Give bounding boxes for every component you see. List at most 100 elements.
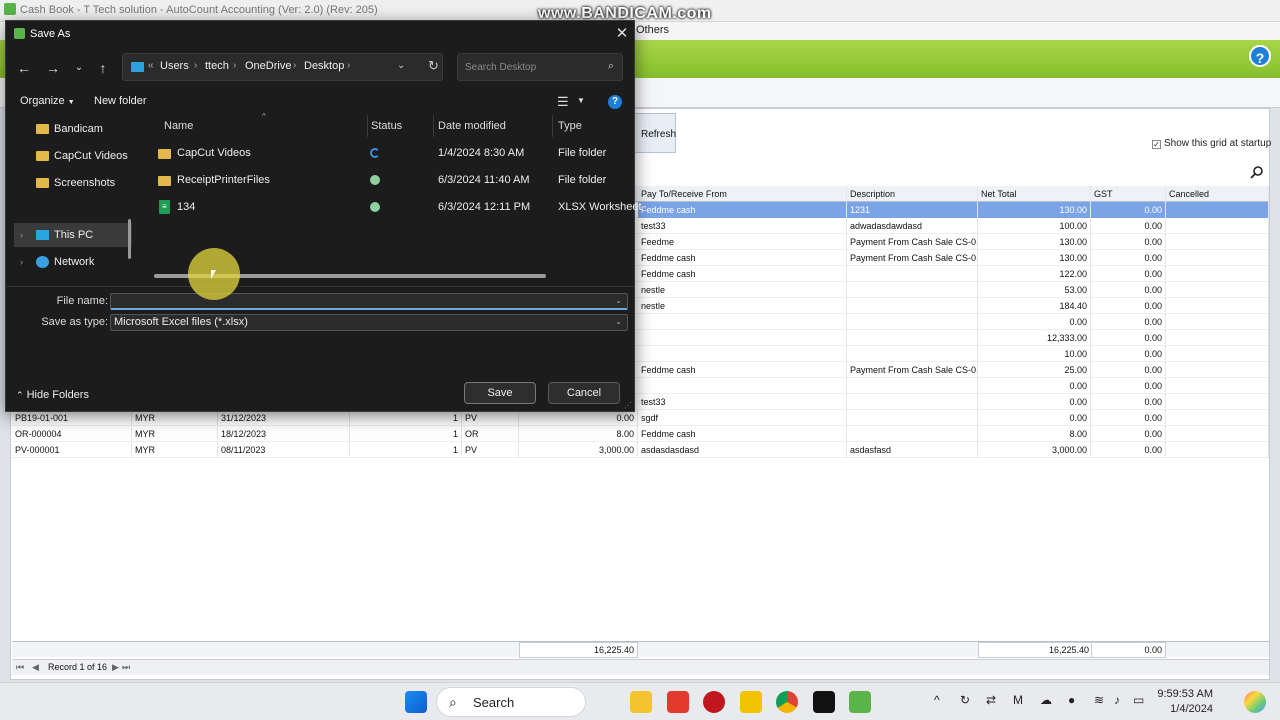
- table-row[interactable]: PB19-01-001 MYR 31/12/2023 1 PV 0.00 sgdf 0.00 0…: [12, 410, 1269, 426]
- folder-icon: [36, 178, 49, 188]
- breadcrumb-desktop[interactable]: Desktop: [304, 60, 344, 72]
- sticky-app-icon[interactable]: [740, 691, 762, 713]
- breadcrumb-users[interactable]: Users: [160, 60, 189, 72]
- wps-office-icon[interactable]: [667, 691, 689, 713]
- recent-locations-chevron-icon[interactable]: ⌄: [69, 58, 89, 78]
- column-date-modified[interactable]: Date modified: [438, 120, 506, 132]
- nav-item-this-pc[interactable]: › This PC: [14, 223, 132, 247]
- mouse-pointer-icon: [211, 270, 216, 279]
- autocount-icon[interactable]: [849, 691, 871, 713]
- dialog-help-icon[interactable]: ?: [608, 95, 622, 109]
- cloud-icon[interactable]: ☁: [1040, 693, 1052, 707]
- help-icon[interactable]: ?: [1249, 45, 1271, 67]
- sort-caret-icon: ^: [262, 112, 266, 121]
- hide-folders-button[interactable]: ⌃ Hide Folders: [16, 389, 89, 401]
- save-button[interactable]: Save: [464, 382, 536, 404]
- cell-can: [1166, 250, 1269, 266]
- breadcrumb-onedrive[interactable]: OneDrive: [245, 60, 291, 72]
- file-name-input[interactable]: ⌄: [110, 293, 628, 310]
- tray-app2-icon[interactable]: M: [1013, 693, 1023, 707]
- breadcrumb-ttech[interactable]: ttech: [205, 60, 229, 72]
- windows-start-icon[interactable]: [405, 691, 427, 713]
- microphone-icon[interactable]: ●: [1068, 693, 1075, 707]
- nav-next-icon[interactable]: ▶: [112, 660, 119, 675]
- view-dropdown-icon[interactable]: ▼: [577, 96, 585, 105]
- view-options-icon[interactable]: ☰: [557, 94, 569, 110]
- col-gst[interactable]: GST: [1091, 186, 1166, 202]
- file-name: CapCut Videos: [177, 147, 251, 159]
- sync-icon[interactable]: ↻: [960, 693, 970, 707]
- file-type: File folder: [558, 147, 607, 159]
- file-row[interactable]: ≡ 134 6/3/2024 12:11 PM XLSX Worksheet: [152, 195, 642, 219]
- capcut-icon[interactable]: [813, 691, 835, 713]
- checkbox-icon[interactable]: ✓: [1152, 140, 1161, 149]
- col-cancelled[interactable]: Cancelled: [1166, 186, 1269, 202]
- cell-gst: 0.00: [1091, 346, 1166, 362]
- tray-app-icon[interactable]: ⇄: [986, 693, 996, 707]
- new-folder-button[interactable]: New folder: [94, 95, 147, 107]
- nav-last-icon[interactable]: ⏭: [122, 660, 130, 675]
- taskbar-search[interactable]: ⌕ Search: [436, 687, 586, 717]
- col-pay-to[interactable]: Pay To/Receive From: [638, 186, 847, 202]
- folder-icon: [158, 176, 171, 186]
- up-arrow-icon[interactable]: ↑: [93, 58, 113, 78]
- cell-date: 08/11/2023: [218, 442, 350, 458]
- refresh-icon[interactable]: ↻: [428, 58, 439, 74]
- resize-grip-icon[interactable]: ⋰: [624, 401, 632, 410]
- nav-first-icon[interactable]: ⏮: [16, 660, 24, 675]
- chevron-down-icon[interactable]: ⌄: [615, 296, 622, 305]
- file-row[interactable]: CapCut Videos 1/4/2024 8:30 AM File folder: [152, 141, 634, 165]
- nav-scrollbar[interactable]: [128, 219, 131, 259]
- address-bar[interactable]: « Users › ttech › OneDrive › Desktop › ⌄…: [122, 53, 443, 81]
- cell-desc: [847, 378, 978, 394]
- chrome-icon[interactable]: [776, 691, 798, 713]
- search-desktop-input[interactable]: Search Desktop ⌕: [457, 53, 623, 81]
- column-divider[interactable]: [367, 115, 368, 137]
- nav-item-network[interactable]: › Network: [14, 250, 132, 274]
- cancel-button[interactable]: Cancel: [548, 382, 620, 404]
- column-status[interactable]: Status: [371, 120, 402, 132]
- expand-chevron-icon[interactable]: ›: [20, 223, 23, 247]
- bandicam-icon[interactable]: [703, 691, 725, 713]
- show-grid-checkbox[interactable]: ✓ Show this grid at startup: [1152, 138, 1271, 149]
- file-explorer-icon[interactable]: [630, 691, 652, 713]
- volume-icon[interactable]: ♪: [1114, 693, 1120, 707]
- copilot-icon[interactable]: [1244, 691, 1266, 713]
- organize-button[interactable]: Organize ▼: [20, 95, 75, 107]
- column-type[interactable]: Type: [558, 120, 582, 132]
- cell-gst: 0.00: [1091, 314, 1166, 330]
- wifi-icon[interactable]: ≋: [1094, 693, 1104, 707]
- cell-doc: PV-000001: [12, 442, 132, 458]
- expand-chevron-icon[interactable]: ›: [20, 250, 23, 274]
- search-icon[interactable]: ⌕: [608, 60, 614, 73]
- save-as-type-select[interactable]: Microsoft Excel files (*.xlsx) ⌄: [110, 314, 628, 331]
- grid-search-icon[interactable]: [1250, 165, 1264, 179]
- menu-others[interactable]: Others: [636, 24, 669, 36]
- table-row[interactable]: PV-000001 MYR 08/11/2023 1 PV 3,000.00 asdasda…: [12, 442, 1269, 458]
- nav-item-capcut-videos[interactable]: CapCut Videos: [14, 144, 132, 168]
- navigation-pane: Bandicam CapCut Videos Screenshots › This PC…: [14, 115, 132, 283]
- breadcrumb-overflow-icon[interactable]: «: [148, 60, 154, 71]
- col-description[interactable]: Description: [847, 186, 978, 202]
- tray-overflow-icon[interactable]: ^: [934, 693, 940, 707]
- table-row[interactable]: OR-000004 MYR 18/12/2023 1 OR 8.00 Feddme cash…: [12, 426, 1269, 442]
- nav-prev-icon[interactable]: ◀: [32, 660, 39, 675]
- column-name[interactable]: Name: [164, 120, 193, 132]
- column-divider[interactable]: [552, 115, 553, 137]
- clock[interactable]: 9:59:53 AM 1/4/2024: [1157, 687, 1213, 717]
- col-net-total[interactable]: Net Total: [978, 186, 1091, 202]
- address-dropdown-icon[interactable]: ⌄: [397, 60, 405, 71]
- cell-pay: Feddme cash: [638, 362, 847, 378]
- battery-icon[interactable]: ▭: [1133, 693, 1144, 707]
- column-divider[interactable]: [433, 115, 434, 137]
- nav-item-screenshots[interactable]: Screenshots: [14, 171, 132, 195]
- chevron-down-icon[interactable]: ⌄: [615, 317, 622, 326]
- nav-item-bandicam[interactable]: Bandicam: [14, 117, 132, 141]
- cell-net: 130.00: [978, 250, 1091, 266]
- forward-arrow-icon[interactable]: →: [43, 58, 63, 78]
- refresh-button[interactable]: Refresh: [630, 113, 676, 153]
- file-row[interactable]: ReceiptPrinterFiles 6/3/2024 11:40 AM File…: [152, 168, 634, 192]
- back-arrow-icon[interactable]: ←: [14, 58, 34, 78]
- close-icon[interactable]: ✕: [611, 24, 633, 44]
- app-icon: [4, 3, 16, 15]
